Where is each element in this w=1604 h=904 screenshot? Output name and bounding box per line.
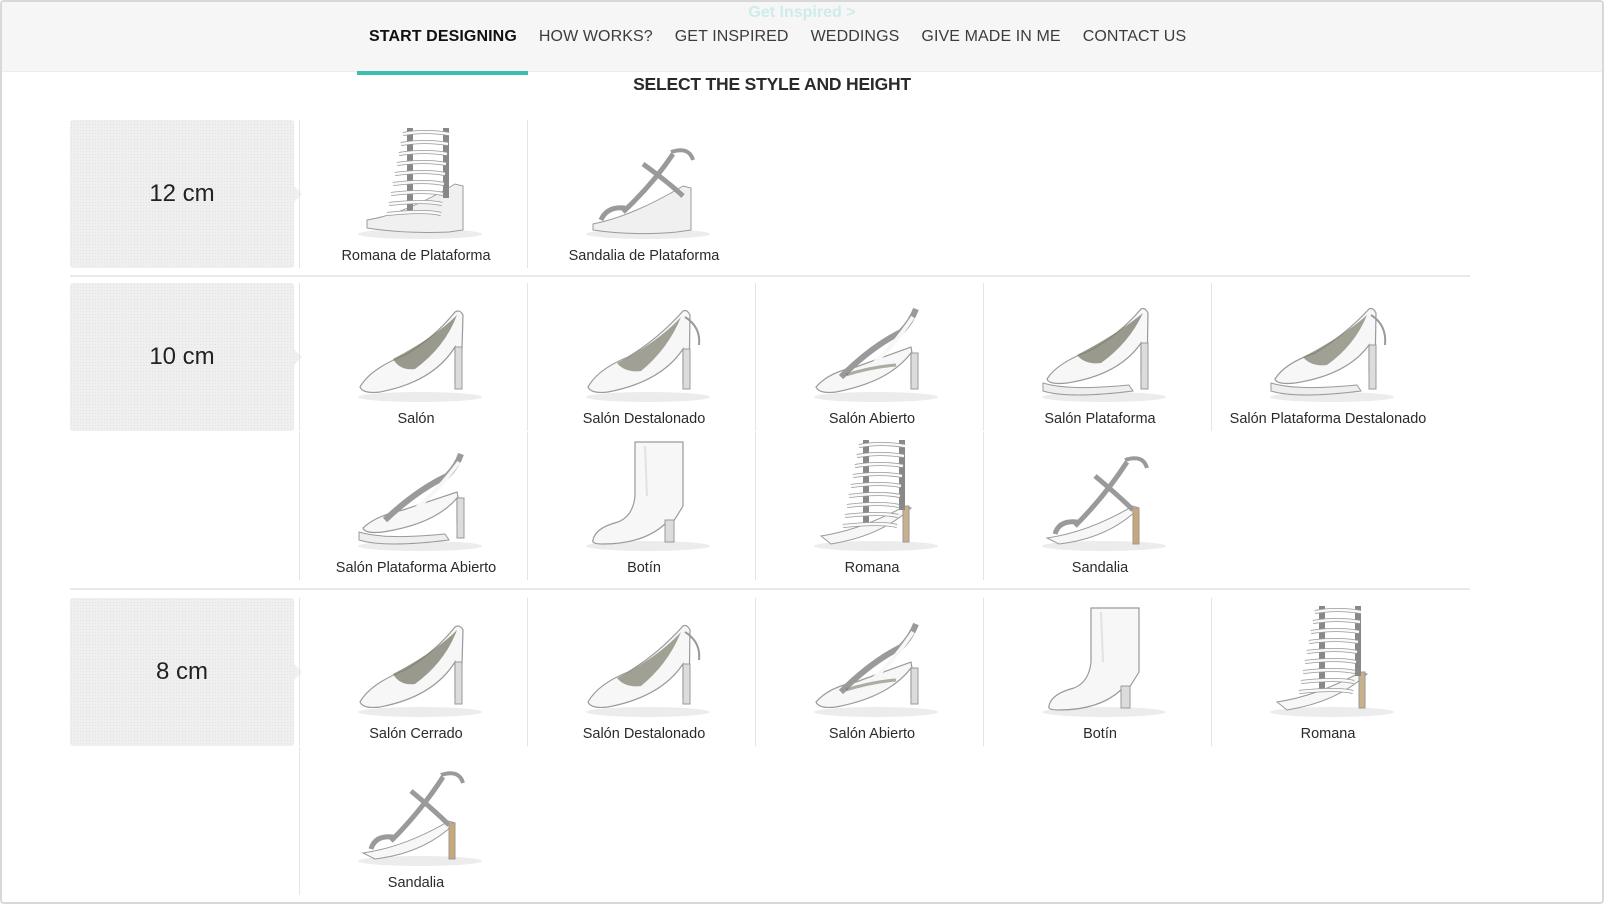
shoe-style-card[interactable]: Sandalia de Plataforma xyxy=(527,120,760,268)
shoe-style-card[interactable]: Sandalia xyxy=(983,432,1216,580)
nav-weddings[interactable]: WEDDINGS xyxy=(800,2,911,72)
shoe-style-label: Salón Plataforma Destalonado xyxy=(1229,411,1427,427)
shoe-style-card[interactable]: Salón Destalonado xyxy=(527,283,760,431)
shoe-style-label: Salón Destalonado xyxy=(582,411,706,427)
shoe-style-card[interactable]: Romana xyxy=(755,432,988,580)
shoe-style-card[interactable]: Romana de Plataforma xyxy=(299,120,532,268)
strappy-sandal-icon xyxy=(1042,456,1166,551)
nav-how-works[interactable]: HOW WORKS? xyxy=(528,2,664,72)
shoe-style-card[interactable]: Sandalia xyxy=(299,747,532,895)
top-navigation-bar: Get Inspired > START DESIGNING HOW WORKS… xyxy=(2,2,1602,75)
slingback-shoe-icon xyxy=(586,624,710,717)
slingback-shoe-icon xyxy=(586,309,710,402)
shoe-style-label: Botín xyxy=(627,560,661,576)
height-label: 8 cm xyxy=(70,598,302,746)
gladiator-platform-shoe-icon xyxy=(358,128,482,239)
open-pump-shoe-icon xyxy=(814,622,938,717)
shoe-style-card[interactable]: Salón Abierto xyxy=(755,283,988,431)
shoe-style-card[interactable]: Salón Destalonado xyxy=(527,598,760,746)
shoe-style-label: Salón Plataforma Abierto xyxy=(335,560,497,576)
shoe-style-label: Romana xyxy=(844,560,900,576)
nav-contact-us[interactable]: CONTACT US xyxy=(1072,2,1198,72)
main-nav: START DESIGNING HOW WORKS? GET INSPIRED … xyxy=(357,2,1198,75)
shoe-style-label: Sandalia xyxy=(1071,560,1129,576)
shoe-style-card[interactable]: Salón Abierto xyxy=(755,598,988,746)
gladiator-sandal-icon xyxy=(814,440,938,551)
ankle-boot-icon xyxy=(586,441,710,551)
shoe-style-label: Salón Abierto xyxy=(828,726,916,742)
shoe-style-label: Salón Plataforma xyxy=(1044,411,1156,427)
nav-start-designing[interactable]: START DESIGNING xyxy=(357,2,528,75)
section-divider xyxy=(70,588,1470,590)
shoe-style-card[interactable]: Botín xyxy=(527,432,760,580)
open-pump-shoe-icon xyxy=(814,307,938,402)
nav-give-made-in-me[interactable]: GIVE MADE IN ME xyxy=(910,2,1071,72)
shoe-style-label: Salón Cerrado xyxy=(369,726,463,742)
ankle-boot-icon xyxy=(1042,607,1166,717)
shoe-style-card[interactable]: Salón Plataforma xyxy=(983,283,1216,431)
pump-shoe-icon xyxy=(358,310,482,402)
height-label: 12 cm xyxy=(70,120,302,268)
shoe-style-card[interactable]: Botín xyxy=(983,598,1216,746)
platform-slingback-shoe-icon xyxy=(1270,307,1394,402)
shoe-style-label: Romana de Plataforma xyxy=(341,248,491,264)
platform-pump-shoe-icon xyxy=(1042,307,1166,402)
section-divider xyxy=(70,275,1470,277)
shoe-style-label: Salón xyxy=(397,411,435,427)
shoe-style-card[interactable]: Salón Cerrado xyxy=(299,598,532,746)
shoe-style-label: Sandalia de Plataforma xyxy=(568,248,720,264)
open-platform-pump-shoe-icon xyxy=(358,452,482,551)
shoe-style-label: Romana xyxy=(1300,726,1356,742)
pump-shoe-icon xyxy=(358,625,482,717)
strappy-sandal-icon xyxy=(358,771,482,866)
browser-frame: Get Inspired > START DESIGNING HOW WORKS… xyxy=(0,0,1604,904)
height-label: 10 cm xyxy=(70,283,302,431)
nav-get-inspired[interactable]: GET INSPIRED xyxy=(664,2,800,72)
shoe-style-label: Salón Destalonado xyxy=(582,726,706,742)
shoe-style-card[interactable]: Romana xyxy=(1211,598,1444,746)
platform-sandal-icon xyxy=(586,148,710,239)
shoe-style-label: Sandalia xyxy=(387,875,445,891)
height-section-12cm: 12 cm xyxy=(70,120,1470,270)
shoe-style-card[interactable]: Salón Plataforma Abierto xyxy=(299,432,532,580)
shoe-style-label: Botín xyxy=(1083,726,1117,742)
shoe-style-card[interactable]: Salón xyxy=(299,283,532,431)
shoe-style-label: Salón Abierto xyxy=(828,411,916,427)
shoe-style-card[interactable]: Salón Plataforma Destalonado xyxy=(1211,283,1444,431)
gladiator-sandal-icon xyxy=(1270,606,1394,717)
page-subtitle: SELECT THE STYLE AND HEIGHT xyxy=(633,74,911,94)
